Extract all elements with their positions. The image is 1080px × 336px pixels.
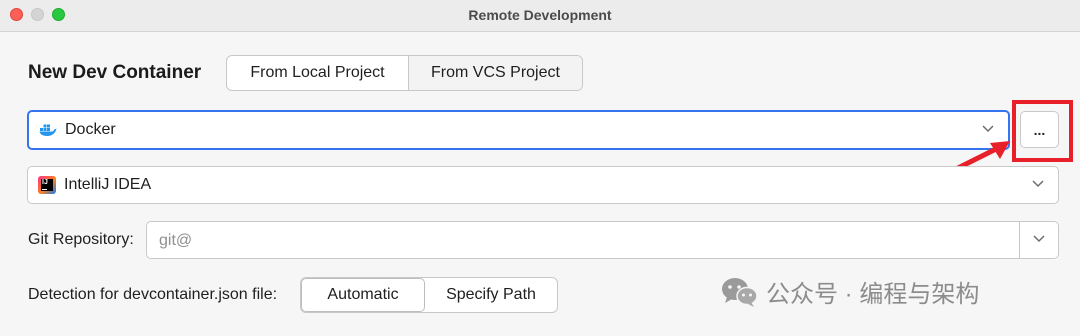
detection-segmented-control: Automatic Specify Path [300,277,558,313]
git-repository-field [146,221,1059,259]
watermark-text: 公众号 · 编程与架构 [766,281,980,308]
docker-select-value: Docker [65,121,116,138]
chevron-down-icon [982,125,994,133]
annotation-highlight-box [1012,100,1073,162]
option-automatic[interactable]: Automatic [301,278,425,312]
git-repository-label: Git Repository: [28,231,134,248]
git-history-dropdown-button[interactable] [1019,222,1058,258]
git-repository-input[interactable] [157,230,1011,252]
ide-select[interactable]: IJ IntelliJ IDEA [27,166,1059,204]
tab-from-vcs-project[interactable]: From VCS Project [408,56,582,90]
ide-select-value: IntelliJ IDEA [64,176,152,193]
option-specify-path[interactable]: Specify Path [425,278,557,312]
wechat-icon [722,277,758,307]
page-title: New Dev Container [28,62,202,83]
intellij-badge: IJ [42,179,48,186]
watermark: 公众号 · 编程与架构 [720,274,979,309]
chevron-down-icon [1033,235,1045,243]
detection-label: Detection for devcontainer.json file: [28,286,278,303]
source-segmented-control: From Local Project From VCS Project [226,55,583,91]
docker-icon [39,124,57,136]
intellij-icon: IJ [38,176,56,194]
title-bar: Remote Development [0,0,1080,32]
tab-from-local-project[interactable]: From Local Project [227,56,408,90]
chevron-down-icon [1032,180,1044,188]
window-title: Remote Development [468,7,612,23]
docker-connection-select[interactable]: Docker [27,110,1010,150]
